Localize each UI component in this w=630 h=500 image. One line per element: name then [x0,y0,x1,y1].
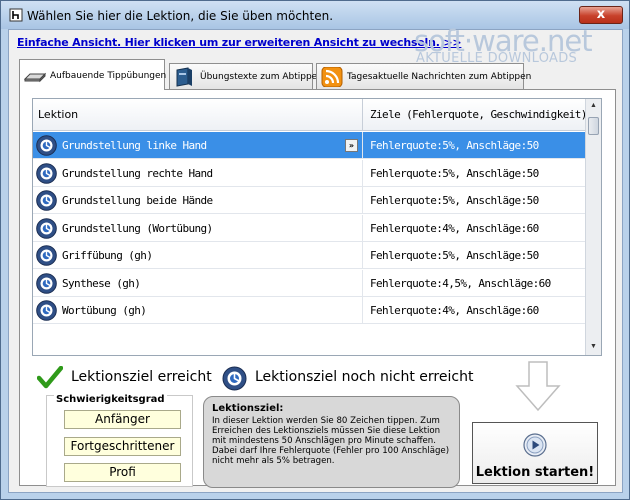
lesson-cell[interactable]: Grundstellung beide Hände [33,187,363,214]
lesson-goal-box: Lektionsziel: In dieser Lektion werden S… [203,396,460,488]
lesson-pending-icon [222,366,247,391]
scroll-thumb[interactable] [588,117,599,135]
table-row[interactable]: Wortübung (gh) Fehlerquote:4%, Anschläge:… [33,297,586,324]
tab-label: Aufbauende Tippübungen [50,71,167,81]
scroll-up-icon[interactable]: ▲ [586,99,601,113]
difficulty-title: Schwierigkeitsgrad [54,394,167,405]
main-window: Wählen Sie hier die Lektion, die Sie übe… [0,0,630,500]
goal-cell[interactable]: Fehlerquote:4,5%, Anschläge:60 [363,270,586,297]
vertical-scrollbar[interactable]: ▲ ▼ [585,99,601,355]
tab-label: Übungstexte zum Abtippen [200,72,323,82]
lesson-pending-icon [36,300,57,321]
down-arrow-icon [515,361,561,412]
lesson-name: Grundstellung (Wortübung) [62,221,213,235]
goal-cell[interactable]: Fehlerquote:4%, Anschläge:60 [363,297,586,324]
tab-aufbauende-tippuebungen[interactable]: Aufbauende Tippübungen [19,59,167,90]
expand-row-button[interactable]: » [345,139,358,152]
lesson-pending-icon [36,217,57,239]
lesson-pending-icon [36,162,57,184]
column-header-lektion[interactable]: Lektion [33,99,363,131]
lesson-pending-icon [36,135,57,156]
grid-header: Lektion Ziele (Fehlerquote, Geschwindigk… [33,99,587,131]
tab-tagesaktuelle-nachrichten[interactable]: Tagesaktuelle Nachrichten zum Abtippen [316,63,531,89]
legend-not-reached-label: Lektionsziel noch nicht erreicht [255,369,474,385]
column-header-ziele[interactable]: Ziele (Fehlerquote, Geschwindigkeit) [363,99,587,131]
tab-uebungstexte[interactable]: Übungstexte zum Abtippen [169,63,323,89]
lesson-grid: Lektion Ziele (Fehlerquote, Geschwindigk… [32,98,602,356]
goal-cell[interactable]: Fehlerquote:4%, Anschläge:60 [363,215,586,242]
app-icon [9,8,23,22]
start-lesson-button[interactable]: Lektion starten! [472,422,598,484]
checkmark-icon [37,366,63,389]
lesson-name: Griffübung (gh) [62,249,153,262]
lesson-cell[interactable]: Grundstellung (Wortübung) [33,214,363,242]
goal-text: In dieser Lektion werden Sie 80 Zeichen … [212,416,450,466]
rss-icon [321,67,343,87]
client-area: Einfache Ansicht. Hier klicken um zur er… [8,24,623,493]
start-lesson-label: Lektion starten! [475,465,595,480]
lesson-cell[interactable]: Synthese (gh) [33,269,363,297]
table-row[interactable]: Griffübung (gh) Fehlerquote:5%, Anschläge… [33,242,586,269]
lesson-cell[interactable]: Griffübung (gh) [33,242,363,269]
keyboard-icon [24,72,46,83]
lesson-cell[interactable]: Grundstellung linke Hand » [33,132,363,159]
difficulty-group: Schwierigkeitsgrad Anfänger Fortgeschrit… [46,394,193,487]
table-row[interactable]: Grundstellung beide Hände Fehlerquote:5%,… [33,187,586,214]
tab-label: Tagesaktuelle Nachrichten zum Abtippen [347,72,532,82]
tab-panel: Lektion Ziele (Fehlerquote, Geschwindigk… [19,89,616,488]
level-anfaenger-button[interactable]: Anfänger [64,410,181,429]
table-row[interactable]: Grundstellung linke Hand » Fehlerquote:5%,… [33,132,586,159]
play-icon [523,433,547,457]
lesson-pending-icon [36,245,57,266]
table-row[interactable]: Grundstellung (Wortübung) Fehlerquote:4%,… [33,214,586,242]
toggle-view-link[interactable]: Einfache Ansicht. Hier klicken um zur er… [17,36,462,49]
book-icon [176,67,192,87]
lesson-pending-icon [36,190,57,211]
table-row[interactable]: Grundstellung rechte Hand Fehlerquote:5%,… [33,159,586,187]
lesson-cell[interactable]: Wortübung (gh) [33,297,363,324]
goal-cell[interactable]: Fehlerquote:5%, Anschläge:50 [363,187,586,214]
scroll-down-icon[interactable]: ▼ [586,340,601,354]
lesson-name: Grundstellung linke Hand [62,139,207,152]
level-profi-button[interactable]: Profi [64,463,181,482]
goal-title: Lektionsziel: [212,403,284,414]
lesson-pending-icon [36,272,57,294]
lesson-name: Grundstellung rechte Hand [62,166,213,180]
lesson-name: Wortübung (gh) [62,304,147,317]
goal-cell[interactable]: Fehlerquote:5%, Anschläge:50 [363,132,586,159]
lesson-name: Synthese (gh) [62,276,141,290]
close-button[interactable]: x [579,6,623,24]
level-fortgeschrittener-button[interactable]: Fortgeschrittener [64,437,181,456]
legend-reached-label: Lektionsziel erreicht [71,369,212,385]
goal-cell[interactable]: Fehlerquote:5%, Anschläge:50 [363,242,586,269]
goal-cell[interactable]: Fehlerquote:5%, Anschläge:50 [363,160,586,187]
table-row[interactable]: Synthese (gh) Fehlerquote:4,5%, Anschläge… [33,269,586,297]
tab-strip: Aufbauende Tippübungen Übungstexte zum A… [19,59,619,90]
lesson-cell[interactable]: Grundstellung rechte Hand [33,159,363,187]
window-title: Wählen Sie hier die Lektion, die Sie übe… [27,9,334,23]
lesson-name: Grundstellung beide Hände [62,194,213,207]
